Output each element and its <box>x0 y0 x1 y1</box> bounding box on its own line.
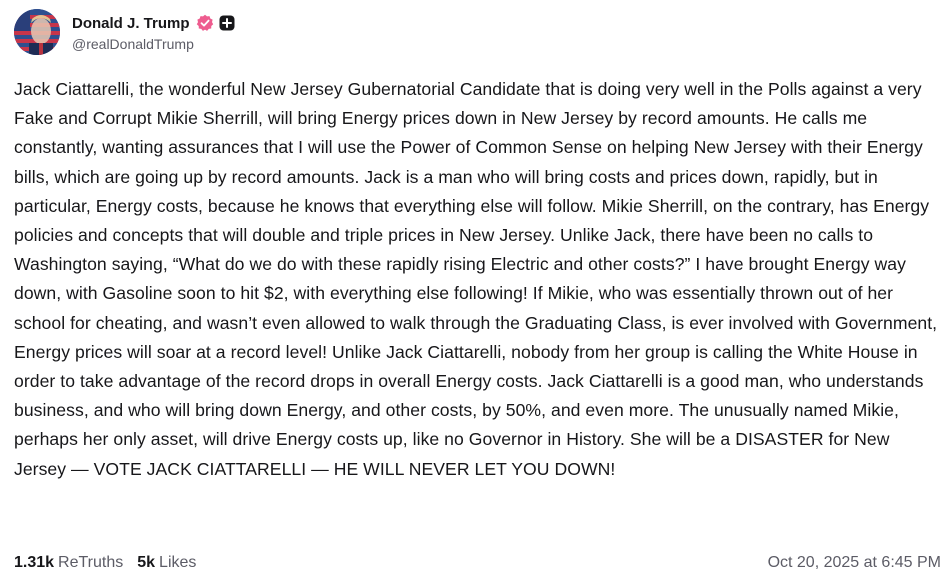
user-handle[interactable]: @realDonaldTrump <box>72 36 235 52</box>
likes-label: Likes <box>159 554 197 571</box>
post-timestamp[interactable]: Oct 20, 2025 at 6:45 PM <box>768 554 941 572</box>
truth-post: Donald J. Trump @realDonaldTrump Jack Ci… <box>0 0 949 582</box>
post-body-text: Jack Ciattarelli, the wonderful New Jers… <box>14 79 938 479</box>
post-stats: 1.31k ReTruths 5k Likes <box>14 554 196 572</box>
verified-badge-icon <box>196 14 214 32</box>
flag-portrait-avatar-icon <box>14 9 60 55</box>
likes-stat[interactable]: 5k Likes <box>137 554 196 572</box>
retruths-count: 1.31k <box>14 554 55 571</box>
display-name[interactable]: Donald J. Trump <box>72 15 190 32</box>
post-header: Donald J. Trump @realDonaldTrump <box>14 9 235 55</box>
retruths-stat[interactable]: 1.31k ReTruths <box>14 554 123 572</box>
avatar[interactable] <box>14 9 60 55</box>
post-footer: 1.31k ReTruths 5k Likes Oct 20, 2025 at 6:… <box>14 552 941 574</box>
plus-badge-icon <box>219 15 235 31</box>
likes-count: 5k <box>137 554 156 571</box>
retruths-label: ReTruths <box>58 554 124 571</box>
